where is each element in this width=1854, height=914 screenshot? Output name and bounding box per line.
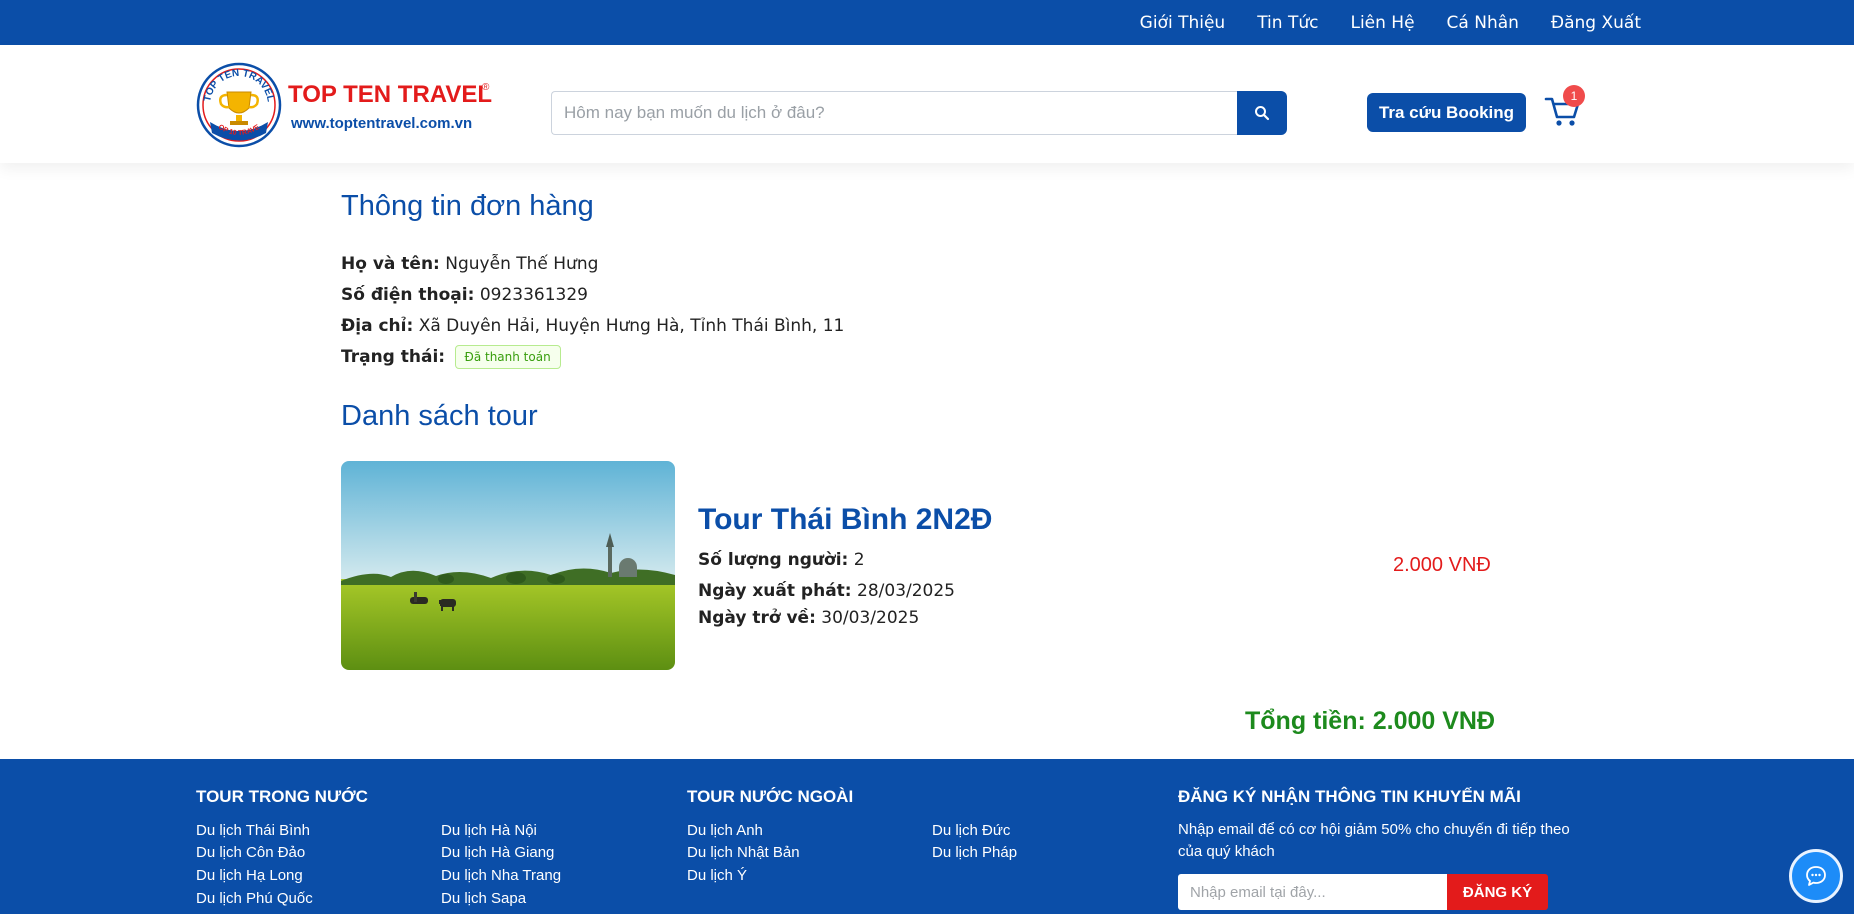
footer-link[interactable]: Du lịch Hà Giang bbox=[441, 844, 554, 861]
tour-name[interactable]: Tour Thái Bình 2N2Đ bbox=[698, 503, 992, 537]
chat-button[interactable] bbox=[1789, 849, 1843, 903]
nav-link-profile[interactable]: Cá Nhân bbox=[1447, 13, 1519, 33]
nav-link-about[interactable]: Giới Thiệu bbox=[1140, 13, 1226, 33]
tour-people-row: Số lượng người: 2 bbox=[698, 550, 865, 570]
booking-lookup-button[interactable]: Tra cứu Booking bbox=[1367, 93, 1526, 132]
people-label: Số lượng người: bbox=[698, 550, 849, 570]
top-nav: Giới Thiệu Tin Tức Liên Hệ Cá Nhân Đăng … bbox=[1140, 0, 1641, 45]
footer-link[interactable]: Du lịch Hạ Long bbox=[196, 867, 303, 884]
footer-link[interactable]: Du lịch Anh bbox=[687, 822, 763, 839]
nav-link-news[interactable]: Tin Tức bbox=[1257, 13, 1318, 33]
svg-text:TOP TEN TRAVEL: TOP TEN TRAVEL bbox=[288, 81, 492, 108]
top-bar: Giới Thiệu Tin Tức Liên Hệ Cá Nhân Đăng … bbox=[0, 0, 1854, 45]
svg-text:www.toptentravel.com.vn: www.toptentravel.com.vn bbox=[290, 115, 472, 132]
site-footer: TOUR TRONG NƯỚC Du lịch Thái Bình Du lịc… bbox=[0, 759, 1854, 914]
footer-link[interactable]: Du lịch Nha Trang bbox=[441, 867, 561, 884]
footer-link[interactable]: Du lịch Phú Quốc bbox=[196, 890, 313, 907]
tour-image[interactable] bbox=[341, 461, 675, 670]
search-icon bbox=[1255, 106, 1270, 121]
footer-newsletter-heading: ĐĂNG KÝ NHẬN THÔNG TIN KHUYẾN MÃI bbox=[1178, 787, 1521, 806]
newsletter-email-input[interactable] bbox=[1178, 874, 1447, 910]
address-label: Địa chỉ: bbox=[341, 316, 414, 336]
chat-icon bbox=[1806, 866, 1826, 886]
name-value: Nguyễn Thế Hưng bbox=[445, 254, 599, 274]
name-label: Họ và tên: bbox=[341, 254, 440, 274]
footer-link[interactable]: Du lịch Côn Đảo bbox=[196, 844, 305, 861]
people-value: 2 bbox=[853, 550, 865, 570]
search-bar bbox=[551, 91, 1287, 135]
customer-phone-row: Số điện thoại: 0923361329 bbox=[341, 285, 588, 305]
newsletter-subscribe-button[interactable]: ĐĂNG KÝ bbox=[1447, 874, 1548, 910]
cart-count-badge: 1 bbox=[1563, 85, 1585, 107]
site-header: TOP TEN TRAVEL TOP 10 TRAVEL TOP TEN TRA… bbox=[0, 45, 1854, 163]
footer-link[interactable]: Du lịch Nhật Bản bbox=[687, 844, 800, 861]
status-label: Trạng thái: bbox=[341, 347, 446, 367]
newsletter-form: ĐĂNG KÝ bbox=[1178, 874, 1548, 910]
end-date-value: 30/03/2025 bbox=[821, 608, 920, 628]
customer-name-row: Họ và tên: Nguyễn Thế Hưng bbox=[341, 254, 598, 274]
svg-text:®: ® bbox=[482, 82, 490, 93]
phone-value: 0923361329 bbox=[479, 285, 588, 305]
tour-start-row: Ngày xuất phát: 28/03/2025 bbox=[698, 581, 955, 601]
tour-list-heading: Danh sách tour bbox=[341, 400, 538, 432]
newsletter-description: Nhập email để có cơ hội giảm 50% cho chu… bbox=[1178, 821, 1570, 860]
search-button[interactable] bbox=[1237, 91, 1287, 135]
order-status-row: Trạng thái: Đã thanh toán bbox=[341, 345, 561, 369]
phone-label: Số điện thoại: bbox=[341, 285, 475, 305]
search-input[interactable] bbox=[551, 91, 1237, 135]
footer-link[interactable]: Du lịch Sapa bbox=[441, 890, 526, 907]
status-badge: Đã thanh toán bbox=[454, 345, 561, 369]
tour-end-row: Ngày trở về: 30/03/2025 bbox=[698, 608, 919, 628]
footer-link[interactable]: Du lịch Thái Bình bbox=[196, 822, 310, 839]
footer-link[interactable]: Du lịch Đức bbox=[932, 822, 1010, 839]
footer-domestic-heading: TOUR TRONG NƯỚC bbox=[196, 787, 368, 806]
nav-link-logout[interactable]: Đăng Xuất bbox=[1551, 13, 1641, 33]
footer-link[interactable]: Du lịch Hà Nội bbox=[441, 822, 537, 839]
nav-link-contact[interactable]: Liên Hệ bbox=[1350, 13, 1414, 33]
start-date-label: Ngày xuất phát: bbox=[698, 581, 852, 601]
customer-address-row: Địa chỉ: Xã Duyên Hải, Huyện Hưng Hà, Tỉ… bbox=[341, 316, 844, 336]
order-total: Tổng tiền: 2.000 VNĐ bbox=[1245, 707, 1496, 735]
order-info-heading: Thông tin đơn hàng bbox=[341, 190, 594, 222]
address-value: Xã Duyên Hải, Huyện Hưng Hà, Tỉnh Thái B… bbox=[418, 316, 845, 336]
end-date-label: Ngày trở về: bbox=[698, 608, 816, 628]
site-logo[interactable]: TOP TEN TRAVEL TOP 10 TRAVEL TOP TEN TRA… bbox=[196, 62, 496, 148]
footer-link[interactable]: Du lịch Ý bbox=[687, 867, 747, 884]
tour-price: 2.000 VNĐ bbox=[1393, 554, 1491, 576]
start-date-value: 28/03/2025 bbox=[857, 581, 955, 601]
footer-link[interactable]: Du lịch Pháp bbox=[932, 844, 1017, 861]
footer-international-heading: TOUR NƯỚC NGOÀI bbox=[687, 787, 854, 806]
